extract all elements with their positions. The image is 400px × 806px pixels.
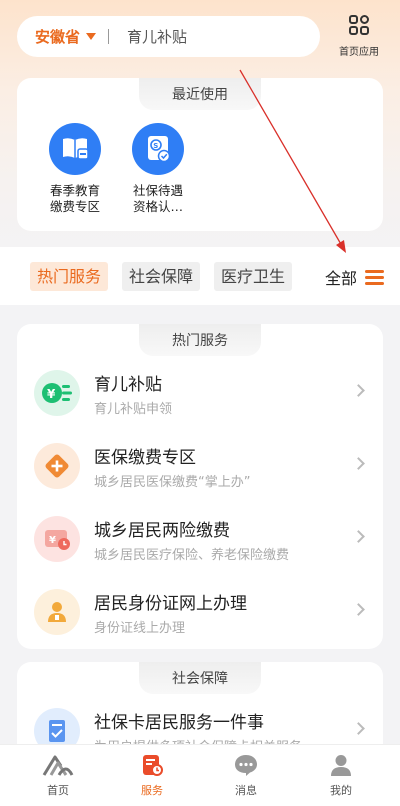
nav-label: 消息	[235, 784, 257, 797]
message-icon	[235, 755, 257, 776]
recent-card: 最近使用 春季教育 缴费专区 S 社保待遇 资格认…	[17, 78, 383, 231]
caret-down-icon[interactable]	[86, 33, 97, 40]
service-icon	[143, 755, 163, 776]
chevron-right-icon	[352, 722, 365, 735]
nav-messages[interactable]: 消息	[216, 753, 276, 798]
service-subtitle: 育儿补贴申领	[94, 402, 173, 417]
social-security-icon: S	[132, 123, 184, 175]
service-item-medical-insurance-payment[interactable]: 医保缴费专区 城乡居民医保缴费“掌上办”	[17, 434, 383, 507]
grid-apps-icon	[349, 15, 369, 35]
nav-service[interactable]: 服务	[122, 753, 182, 798]
section-title: 最近使用	[139, 78, 261, 110]
id-person-icon	[34, 589, 80, 635]
service-title: 医保缴费专区	[94, 448, 196, 468]
service-subtitle: 城乡居民医疗保险、养老保险缴费	[94, 548, 290, 563]
section-title: 社会保障	[139, 662, 261, 694]
region-selector[interactable]: 安徽省	[35, 26, 80, 47]
service-title: 城乡居民两险缴费	[94, 521, 230, 541]
all-label: 全部	[325, 269, 358, 288]
chevron-right-icon	[352, 603, 365, 616]
recent-item-spring-education[interactable]: 春季教育 缴费专区	[40, 123, 110, 215]
all-categories-button[interactable]: 全部	[325, 265, 385, 289]
chevron-right-icon	[352, 530, 365, 543]
svg-text:¥: ¥	[49, 535, 56, 546]
chevron-right-icon	[352, 384, 365, 397]
tab-hot-services[interactable]: 热门服务	[30, 262, 109, 291]
search-bar[interactable]: 安徽省 育儿补贴	[17, 16, 320, 57]
service-subtitle: 身份证线上办理	[94, 621, 186, 636]
home-apps-button[interactable]: 首页应用	[334, 14, 384, 59]
svg-text:¥: ¥	[47, 387, 56, 401]
hot-services-card: 热门服务 ¥ 育儿补贴 育儿补贴申领 医保缴费专区 城乡居民医保缴费“掌上办”	[17, 324, 383, 649]
nav-profile[interactable]: 我的	[311, 753, 371, 798]
service-title: 育儿补贴	[94, 375, 162, 395]
tab-social-security[interactable]: 社会保障	[122, 262, 201, 291]
service-subtitle: 城乡居民医保缴费“掌上办”	[94, 475, 251, 490]
wallet-yuan-icon: ¥	[34, 516, 80, 562]
section-title: 热门服务	[139, 324, 261, 356]
service-item-childcare-subsidy[interactable]: ¥ 育儿补贴 育儿补贴申领	[17, 361, 383, 434]
nav-label: 我的	[330, 784, 352, 797]
tab-medical-health[interactable]: 医疗卫生	[214, 262, 293, 291]
menu-icon	[365, 267, 385, 288]
service-item-two-insurance-payment[interactable]: ¥ 城乡居民两险缴费 城乡居民医疗保险、养老保险缴费	[17, 507, 383, 580]
book-icon	[49, 123, 101, 175]
recent-item-social-security[interactable]: S 社保待遇 资格认…	[123, 123, 193, 215]
category-tabs: 热门服务 社会保障 医疗卫生 全部	[0, 247, 400, 305]
chevron-right-icon	[352, 457, 365, 470]
service-title: 居民身份证网上办理	[94, 594, 247, 614]
home-logo-icon	[42, 755, 74, 776]
recent-item-label: 春季教育 缴费专区	[49, 183, 100, 214]
medical-plus-icon	[34, 443, 80, 489]
service-item-id-card-online[interactable]: 居民身份证网上办理 身份证线上办理	[17, 580, 383, 653]
svg-text:S: S	[153, 142, 158, 150]
profile-icon	[331, 755, 351, 776]
nav-label: 首页	[47, 784, 69, 797]
service-title: 社保卡居民服务一件事	[94, 713, 264, 733]
nav-home[interactable]: 首页	[28, 753, 88, 798]
yuan-coin-icon: ¥	[34, 370, 80, 416]
recent-item-label: 社保待遇 资格认…	[132, 183, 183, 214]
search-input[interactable]: 育儿补贴	[127, 26, 187, 47]
nav-label: 服务	[141, 784, 163, 797]
bottom-nav: 首页 服务 消息 我的	[0, 744, 400, 806]
home-apps-label: 首页应用	[339, 47, 379, 58]
divider	[108, 29, 110, 44]
